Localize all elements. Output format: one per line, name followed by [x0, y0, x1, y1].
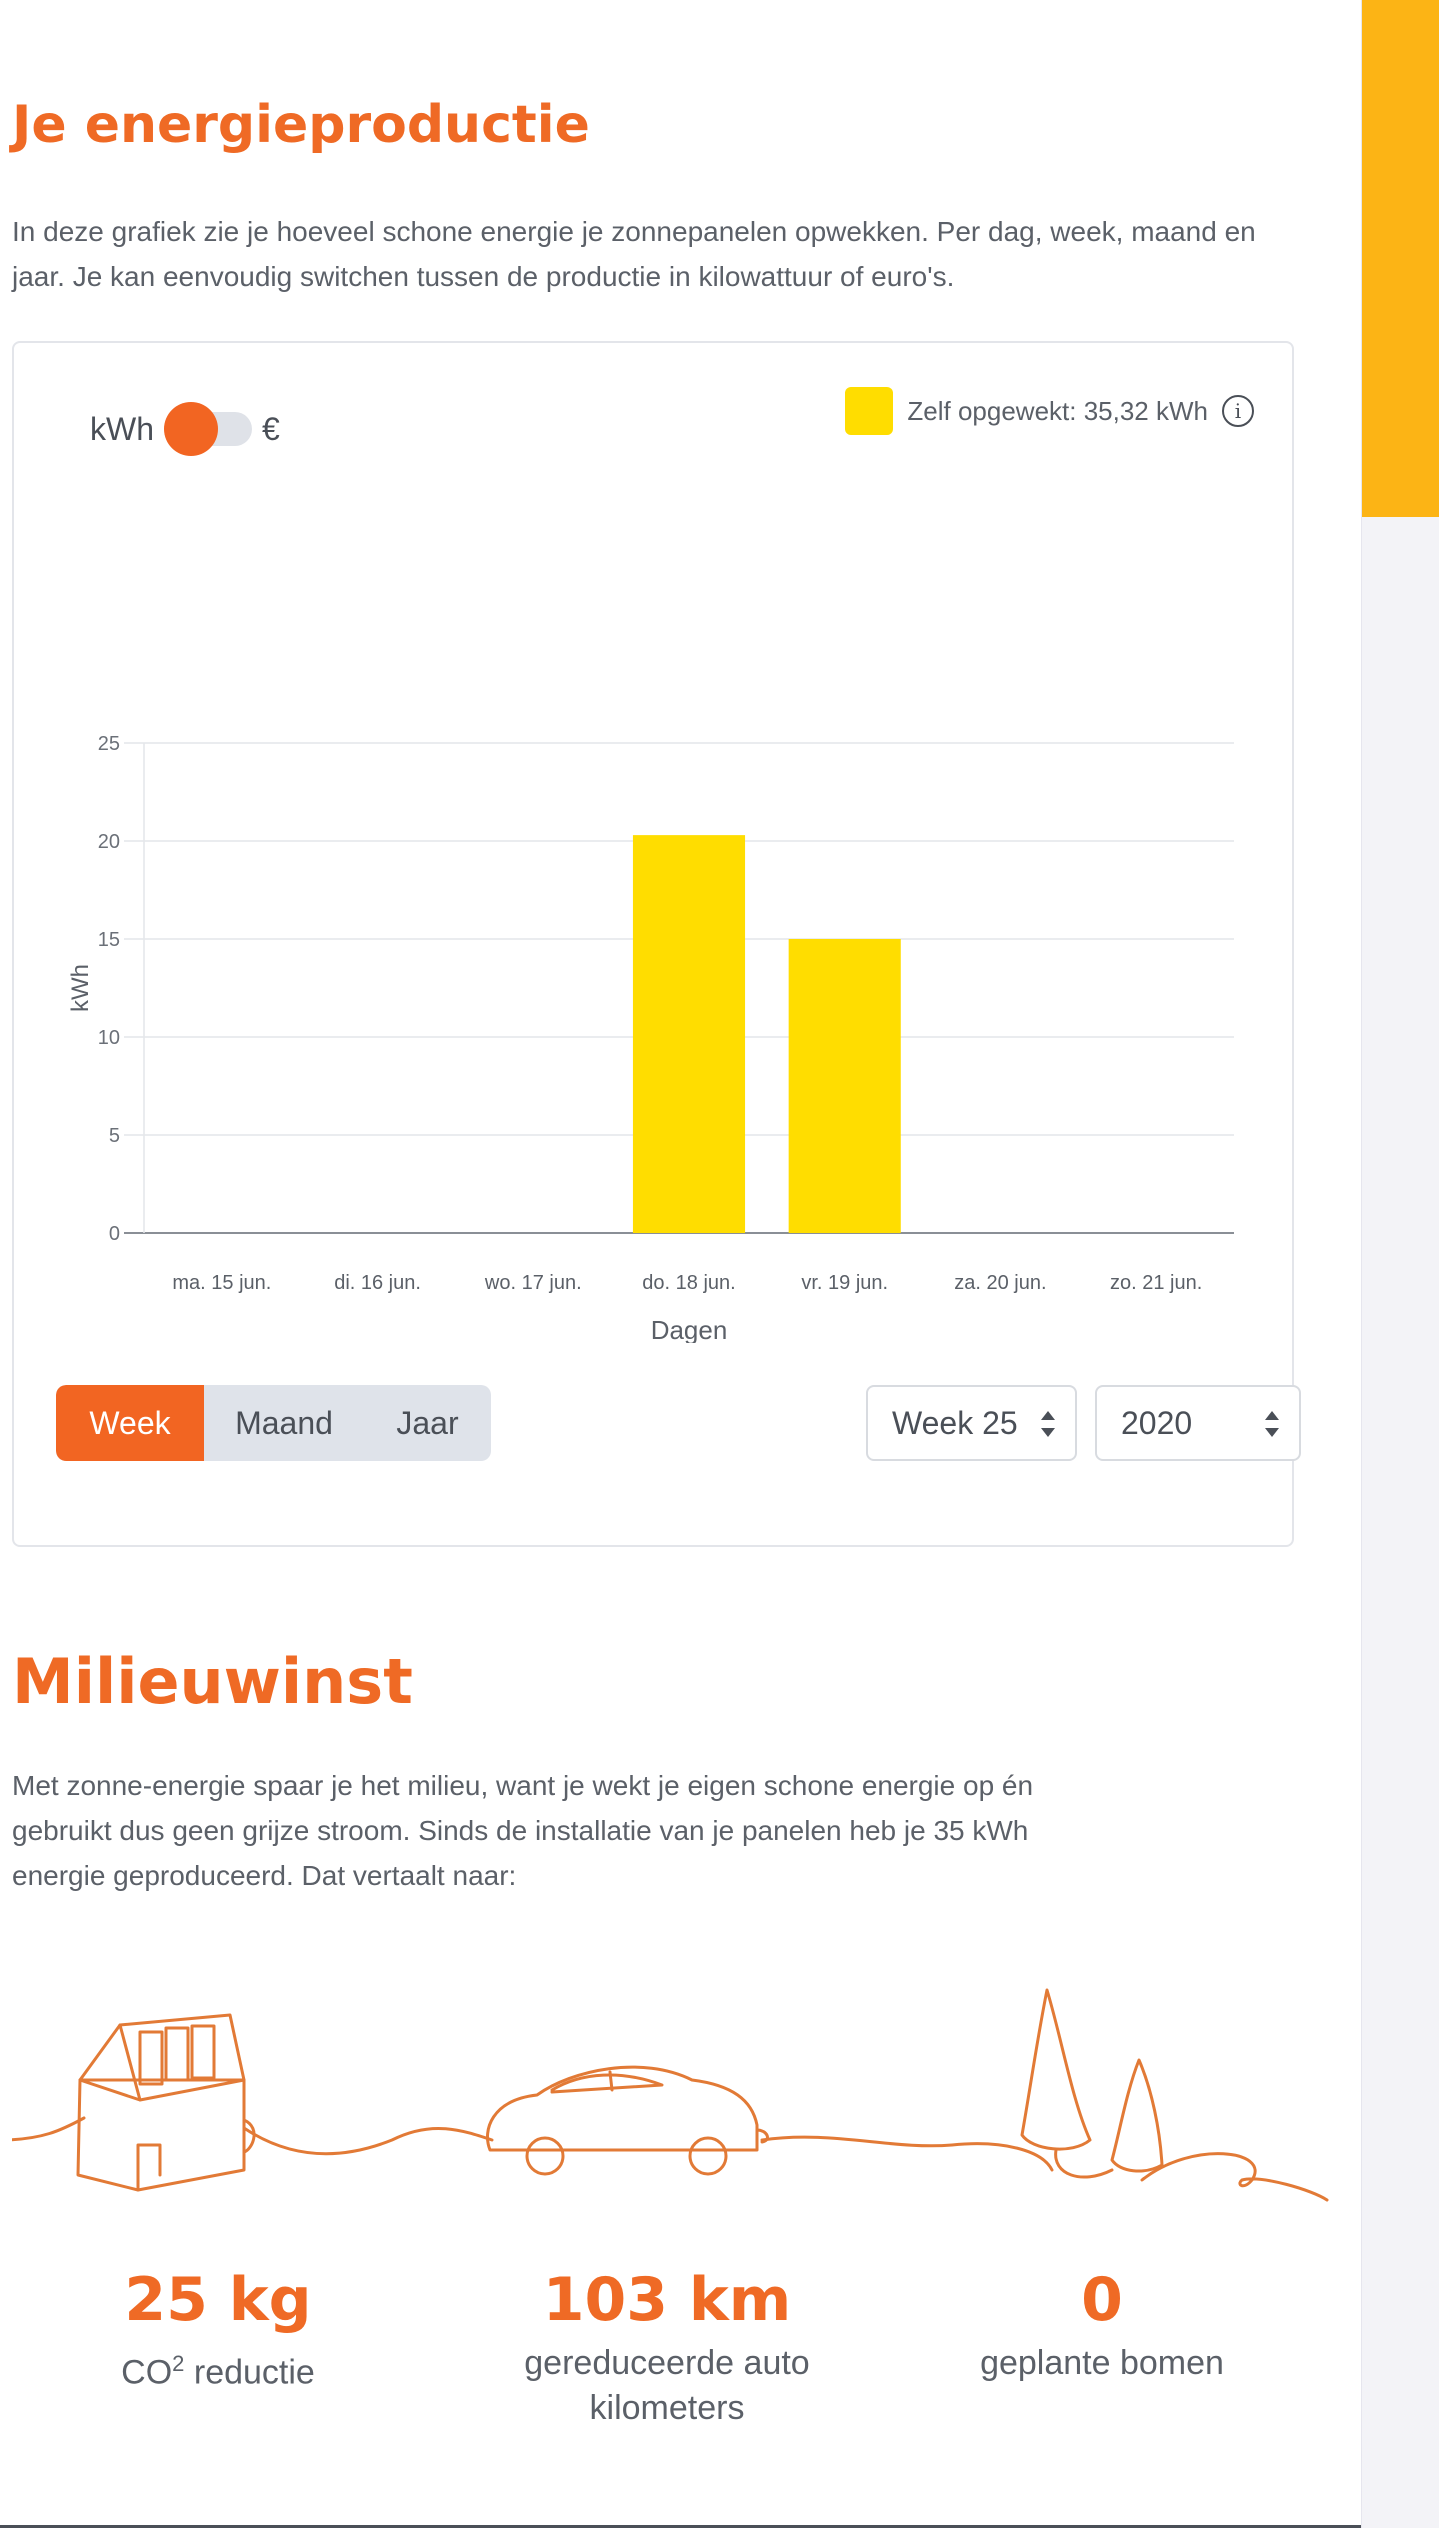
stat-co2-value: 25 kg: [124, 2265, 312, 2335]
stat-co2: 25 kg CO2 reductie: [68, 2265, 368, 2395]
milieuwinst-description: Met zonne-energie spaar je het milieu, w…: [12, 1770, 1034, 1891]
y-tick-label: 10: [98, 1027, 120, 1049]
wave-line: [12, 2116, 1329, 2202]
milieuwinst-title: Milieuwinst: [12, 1645, 413, 1718]
y-tick-label: 25: [98, 733, 120, 755]
toggle-euro-label: €: [262, 410, 280, 447]
bar-3[interactable]: [632, 835, 746, 1233]
x-tick-label: do. 18 jun.: [642, 1272, 735, 1294]
stat-km: 103 km gereduceerde auto kilometers: [472, 2265, 862, 2431]
stat-km-value: 103 km: [542, 2265, 792, 2335]
production-chart-card: kWh € Zelf opgewekt: 35,32 kWh i 0 5 10 15 2…: [12, 341, 1301, 1547]
y-tick-label: 15: [98, 929, 120, 951]
x-tick-label: vr. 19 jun.: [801, 1272, 888, 1294]
line-illustration: [12, 1988, 1329, 2202]
x-tick-label: wo. 17 jun.: [484, 1272, 582, 1294]
bar-4[interactable]: [788, 939, 901, 1233]
period-tabs: Week Maand Jaar: [56, 1385, 491, 1461]
y-axis-label: kWh: [67, 964, 94, 1012]
stat-trees: 0 geplante bomen: [942, 2265, 1262, 2386]
legend-swatch: [845, 387, 894, 435]
legend-label: Zelf opgewekt: 35,32 kWh: [907, 395, 1208, 426]
stat-co2-label: CO2 reductie: [121, 2351, 315, 2392]
x-tick-label: ma. 15 jun.: [172, 1272, 271, 1294]
chart-legend: Zelf opgewekt: 35,32 kWh i: [845, 387, 1254, 435]
year-select-value: 2020: [1121, 1404, 1193, 1441]
house-icon: [76, 2013, 256, 2192]
car-icon: [486, 2065, 769, 2176]
info-icon[interactable]: i: [1222, 395, 1254, 427]
trees-icon: [1020, 1988, 1164, 2179]
tab-week[interactable]: Week: [56, 1385, 204, 1461]
tab-maand[interactable]: Maand: [204, 1385, 364, 1461]
x-axis-label: Dagen: [651, 1315, 728, 1343]
y-tick-label: 0: [109, 1223, 120, 1245]
x-tick-label: za. 20 jun.: [954, 1272, 1046, 1294]
stat-trees-value: 0: [1081, 2265, 1123, 2335]
production-description: In deze grafiek zie je hoeveel schone en…: [12, 216, 1256, 292]
switch-knob: [164, 402, 218, 456]
chart-bars: [632, 835, 901, 1233]
production-bar-chart: 0 5 10 15 20 25 ma. 15 jun. di. 16 jun. wo. 17 …: [67, 733, 1234, 1343]
week-select[interactable]: Week 25: [866, 1385, 1077, 1461]
week-select-value: Week 25: [892, 1404, 1018, 1441]
stat-trees-label: geplante bomen: [980, 2344, 1224, 2382]
x-tick-label: zo. 21 jun.: [1110, 1272, 1202, 1294]
sidebar-accent-block: [1362, 0, 1439, 517]
y-tick-label: 20: [98, 831, 120, 853]
production-title: Je energieproductie: [12, 95, 590, 155]
unit-toggle: kWh €: [90, 399, 280, 459]
stat-km-label: gereduceerde auto kilometers: [524, 2344, 810, 2427]
select-arrows-icon: [1041, 1411, 1055, 1437]
toggle-kwh-label: kWh: [90, 410, 154, 447]
y-tick-labels: 0 5 10 15 20 25: [98, 733, 120, 1245]
x-tick-label: di. 16 jun.: [334, 1272, 421, 1294]
tab-jaar[interactable]: Jaar: [364, 1385, 491, 1461]
x-tick-labels: ma. 15 jun. di. 16 jun. wo. 17 jun. do. 18 …: [172, 1272, 1202, 1294]
unit-switch[interactable]: [164, 399, 252, 459]
y-tick-label: 5: [109, 1125, 120, 1147]
select-arrows-icon: [1265, 1411, 1279, 1437]
year-select[interactable]: 2020: [1095, 1385, 1301, 1461]
